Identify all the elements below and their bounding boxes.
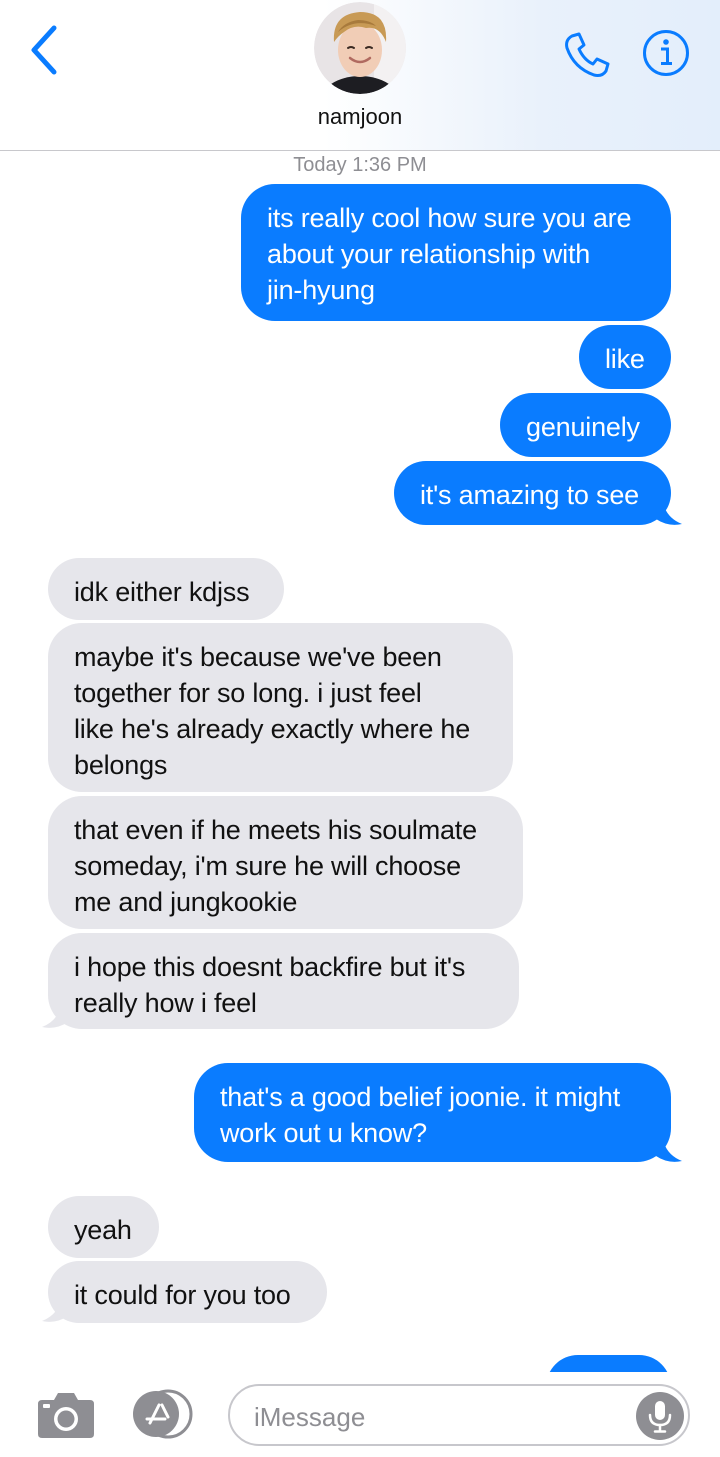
phone-icon <box>565 32 610 77</box>
contact-avatar[interactable] <box>314 2 406 94</box>
received-bubble-tail <box>42 1000 68 1028</box>
microphone-button[interactable] <box>636 1392 684 1440</box>
sent-message[interactable]: like <box>579 325 671 389</box>
sent-message[interactable]: it's amazing to see <box>394 461 671 525</box>
received-message[interactable]: it could for you too <box>48 1261 327 1323</box>
info-icon <box>643 30 689 76</box>
call-button[interactable] <box>562 30 612 80</box>
app-store-button[interactable] <box>130 1389 198 1439</box>
app-store-icon <box>133 1389 193 1439</box>
sent-message[interactable]: that's a good belief joonie. it might wo… <box>194 1063 671 1162</box>
received-message[interactable]: idk either kdjss <box>48 558 284 620</box>
back-button[interactable] <box>22 22 66 78</box>
contact-name[interactable]: namjoon <box>0 104 720 130</box>
camera-button[interactable] <box>36 1388 96 1440</box>
received-message[interactable]: that even if he meets his soulmate somed… <box>48 796 523 929</box>
info-button[interactable] <box>641 28 691 78</box>
sent-bubble-tail <box>656 497 682 525</box>
received-message[interactable]: maybe it's because we've been together f… <box>48 623 513 792</box>
avatar-photo <box>314 2 406 94</box>
messages-screen: namjoon Today 1:36 PM its really cool ho… <box>0 0 720 1457</box>
conversation-header: namjoon <box>0 0 720 151</box>
sent-bubble-tail <box>656 1134 682 1162</box>
sent-message[interactable]: its really cool how sure you are about y… <box>241 184 671 321</box>
received-message[interactable]: i hope this doesnt backfire but it's rea… <box>48 933 519 1029</box>
imessage-input[interactable] <box>252 1396 626 1438</box>
conversation-timestamp: Today 1:36 PM <box>293 154 427 176</box>
imessage-field[interactable] <box>228 1384 690 1446</box>
microphone-icon <box>648 1401 672 1433</box>
chevron-left-icon <box>31 25 57 75</box>
received-message[interactable]: yeah <box>48 1196 159 1258</box>
sent-message[interactable]: genuinely <box>500 393 671 457</box>
camera-icon <box>38 1393 94 1438</box>
message-input-bar <box>0 1372 720 1457</box>
received-bubble-tail <box>42 1294 68 1322</box>
